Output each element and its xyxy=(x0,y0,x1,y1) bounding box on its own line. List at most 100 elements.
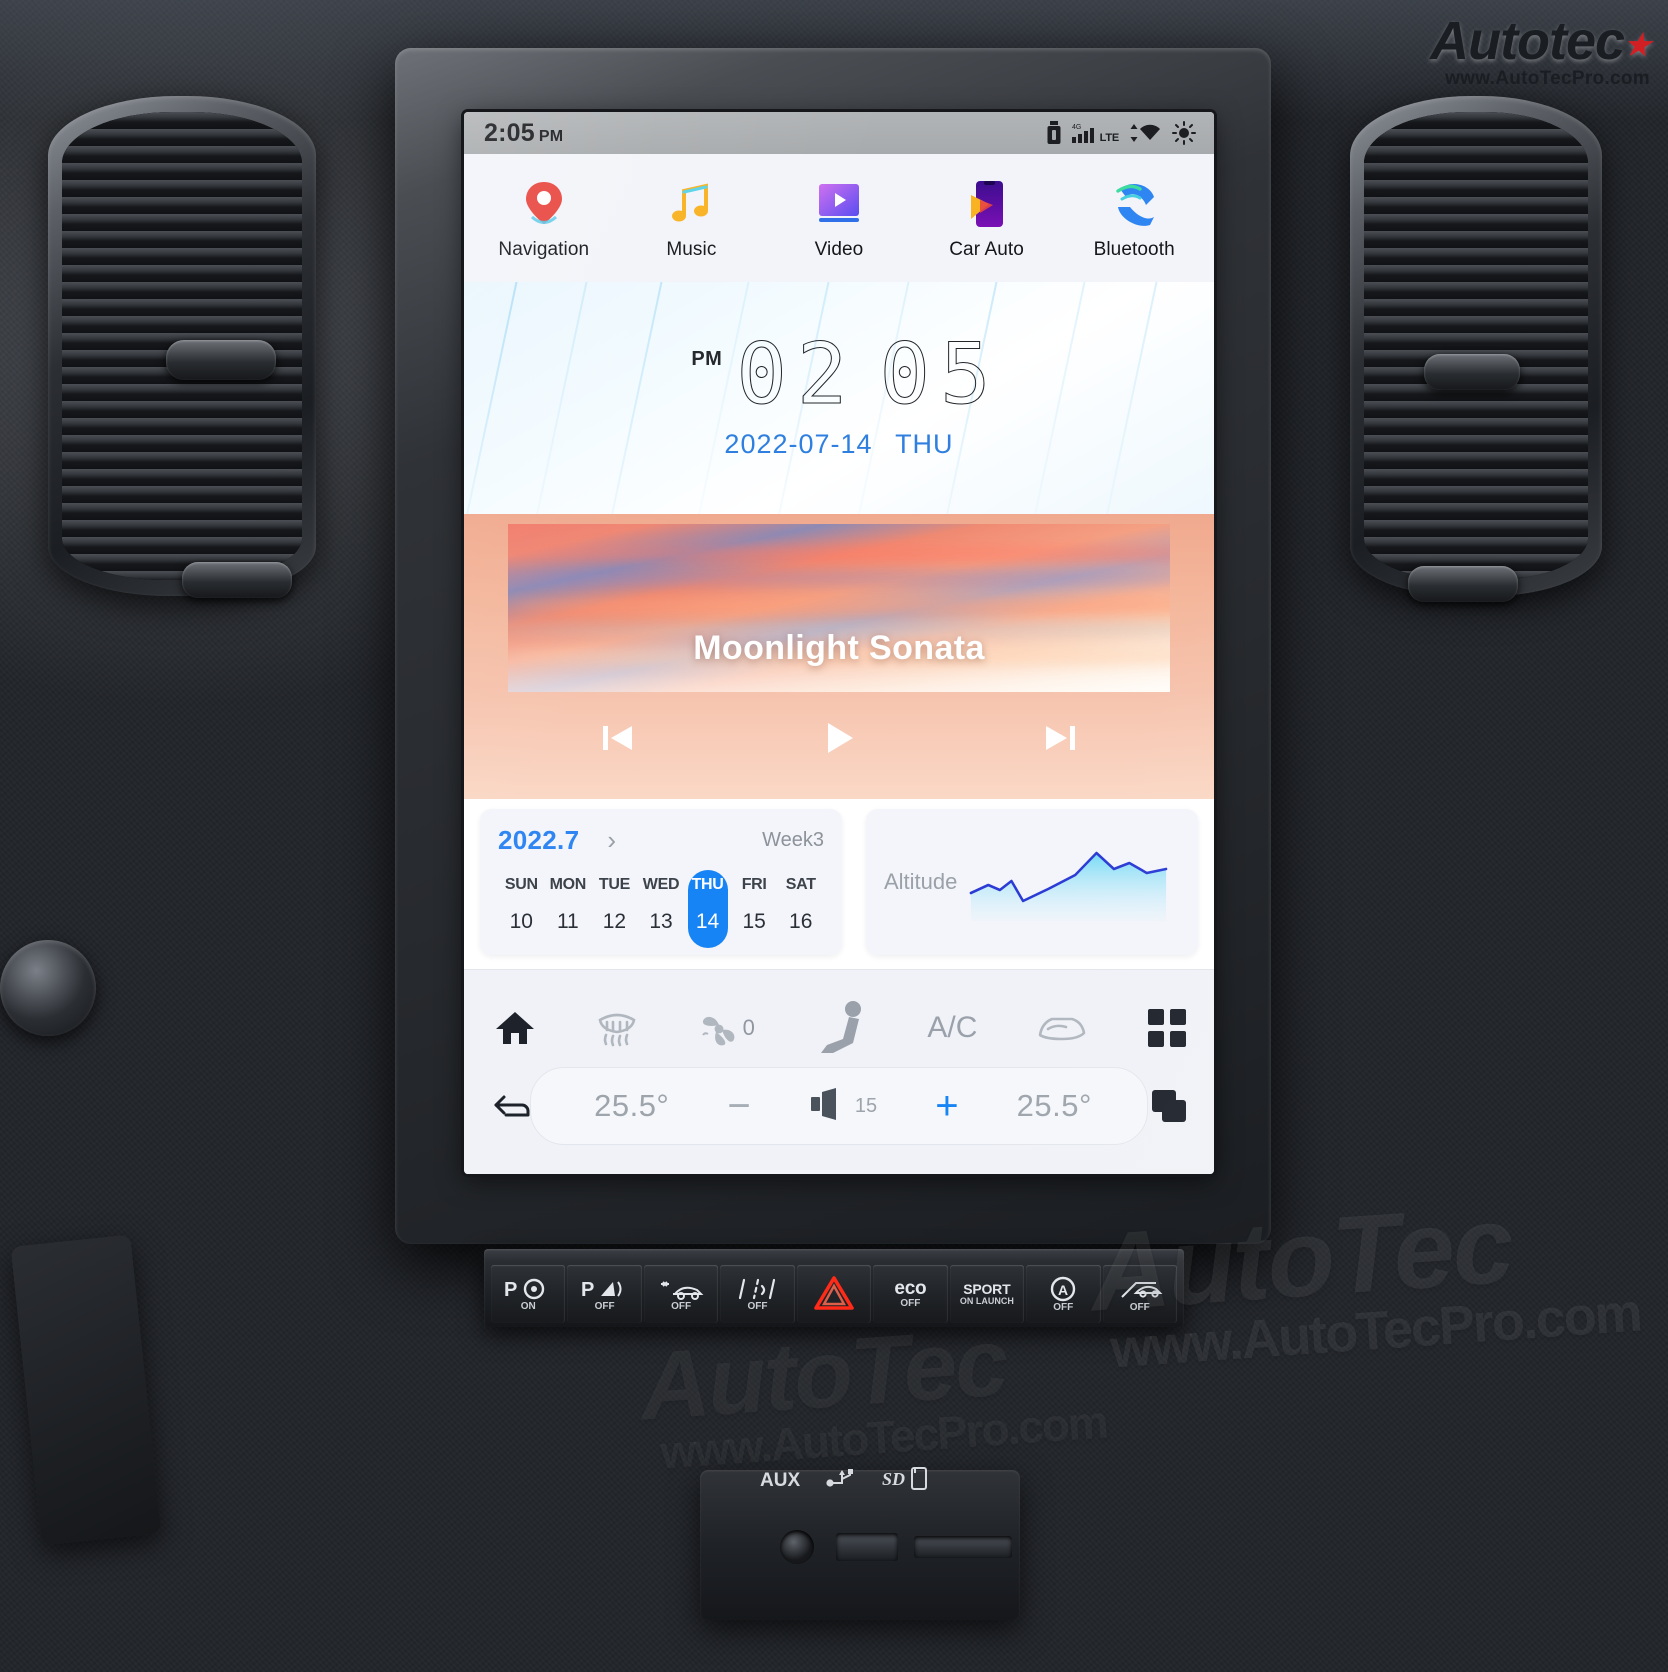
calendar-date[interactable]: 12 xyxy=(591,900,638,938)
status-ampm: PM xyxy=(538,127,564,145)
previous-track-button[interactable] xyxy=(583,710,653,766)
park-assist-button[interactable]: P ON xyxy=(491,1265,566,1323)
day-of-week: THU xyxy=(691,876,724,893)
apps-grid-icon[interactable] xyxy=(1146,1007,1188,1049)
altitude-card[interactable]: Altitude xyxy=(866,809,1198,955)
hill-assist-button[interactable]: OFF xyxy=(1102,1265,1177,1323)
svg-text:P: P xyxy=(581,1279,594,1301)
calendar-week-label: Week3 xyxy=(762,829,824,851)
hazard-lights-button[interactable] xyxy=(796,1265,872,1323)
button-sublabel: OFF xyxy=(900,1297,921,1309)
app-label: Video xyxy=(814,239,864,260)
app-car-auto[interactable]: Car Auto xyxy=(923,179,1051,261)
calendar-col: SAT 16 xyxy=(777,870,824,938)
altitude-chart xyxy=(967,843,1180,921)
day-of-week: WED xyxy=(642,876,680,893)
chevron-right-icon[interactable]: › xyxy=(607,825,616,856)
fan-icon[interactable]: 0 xyxy=(699,1009,755,1047)
app-navigation[interactable]: Navigation xyxy=(480,179,608,261)
right-vent-knob[interactable] xyxy=(1424,354,1520,390)
brightness-icon[interactable] xyxy=(1172,121,1196,145)
app-label: Car Auto xyxy=(949,239,1024,260)
back-button[interactable] xyxy=(492,1089,536,1123)
calendar-date[interactable]: 14 xyxy=(684,900,731,938)
left-vent-knob[interactable] xyxy=(166,340,276,380)
next-track-button[interactable] xyxy=(1025,710,1095,766)
aux-label: AUX xyxy=(760,1470,801,1491)
volume-up-button[interactable]: + xyxy=(935,1086,958,1126)
calendar-date[interactable]: 16 xyxy=(777,900,824,938)
port-labels: AUX SD xyxy=(760,1465,1020,1497)
calendar-col: FRI 15 xyxy=(731,870,778,938)
ac-label: A/C xyxy=(927,1011,978,1044)
auto-start-stop-button[interactable]: A OFF xyxy=(1026,1265,1101,1323)
calendar-grid: SUN 10 MON 11 TUE 12 WED 13 THU 14 FRI 15 SAT 1… xyxy=(498,870,824,948)
calendar-date[interactable]: 15 xyxy=(731,900,778,938)
lte-label: LTE xyxy=(1099,132,1120,144)
temp-left-value: 25.5° xyxy=(594,1088,670,1123)
app-bluetooth[interactable]: Bluetooth xyxy=(1070,179,1198,261)
seat-heat-icon[interactable] xyxy=(813,1001,869,1055)
calendar-date[interactable]: 10 xyxy=(498,900,545,938)
temp-right-value: 25.5° xyxy=(1016,1088,1092,1123)
calendar-col: SUN 10 xyxy=(498,870,545,938)
calendar-header: 2022.7 › Week3 xyxy=(498,825,824,856)
brand-name: Autotec★ xyxy=(1430,11,1651,71)
button-sublabel: OFF xyxy=(671,1300,692,1312)
altitude-label: Altitude xyxy=(884,869,958,894)
sd-card-slot[interactable] xyxy=(914,1536,1012,1558)
calendar-date[interactable]: 11 xyxy=(545,900,592,938)
calendar-card[interactable]: 2022.7 › Week3 SUN 10 MON 11 TUE 12 WED 13 T… xyxy=(480,809,842,955)
volume-indicator[interactable]: 15 xyxy=(809,1087,878,1125)
calendar-date[interactable]: 13 xyxy=(638,900,685,938)
day-of-week: TUE xyxy=(598,876,630,893)
usb-port[interactable] xyxy=(836,1533,898,1561)
bottom-control-bar: 25.5° − 15 + 25.5° xyxy=(464,1065,1214,1147)
phone-call-icon xyxy=(1109,179,1159,229)
app-music[interactable]: Music xyxy=(627,179,755,261)
day-of-week: SAT xyxy=(785,876,816,893)
lane-assist-button[interactable]: OFF xyxy=(720,1265,795,1323)
infotainment-screen[interactable]: 2:05 PM 4G LTE Navigation Music Video Ca… xyxy=(464,112,1214,1174)
button-sublabel: OFF xyxy=(747,1300,768,1312)
ac-icon[interactable]: A/C xyxy=(927,1011,977,1045)
status-time: 2:05 PM xyxy=(484,118,564,147)
clock-widget[interactable]: PM 02 05 2022-07-14 THU xyxy=(464,282,1214,514)
eco-mode-button[interactable]: eco OFF xyxy=(873,1265,948,1323)
button-sublabel: OFF xyxy=(1129,1301,1150,1313)
volume-value: 15 xyxy=(854,1094,878,1117)
music-widget[interactable]: Moonlight Sonata xyxy=(464,514,1214,799)
driver-temperature[interactable]: 25.5° xyxy=(594,1088,669,1124)
button-sublabel: ON LAUNCH xyxy=(959,1295,1014,1306)
parking-sensor-button[interactable]: P OFF xyxy=(567,1265,642,1323)
day-of-week: FRI xyxy=(741,876,767,893)
traction-control-button[interactable]: OFF xyxy=(643,1265,719,1323)
home-icon[interactable] xyxy=(494,1009,536,1047)
minus-label: − xyxy=(727,1084,751,1128)
status-bar: 2:05 PM 4G LTE xyxy=(464,112,1214,154)
clock-ampm: PM xyxy=(691,347,723,370)
app-label: Music xyxy=(666,239,717,260)
headlight-knob[interactable] xyxy=(0,940,96,1036)
wifi-icon xyxy=(1130,124,1161,142)
button-label: eco xyxy=(894,1277,927,1299)
aux-jack-icon[interactable] xyxy=(780,1530,814,1564)
front-defrost-icon[interactable] xyxy=(1036,1011,1088,1045)
clock-hours: 02 xyxy=(736,324,858,423)
passenger-temperature[interactable]: 25.5° xyxy=(1017,1088,1092,1124)
app-video[interactable]: Video xyxy=(775,179,903,261)
button-label: SPORT xyxy=(963,1280,1011,1297)
right-vent-slider[interactable] xyxy=(1408,566,1518,602)
recent-apps-button[interactable] xyxy=(1150,1088,1190,1124)
sport-mode-button[interactable]: SPORT ON LAUNCH xyxy=(949,1265,1025,1323)
rear-defrost-icon[interactable] xyxy=(594,1008,640,1048)
calendar-col: WED 13 xyxy=(638,870,685,938)
widget-cards-row: 2022.7 › Week3 SUN 10 MON 11 TUE 12 WED 13 T… xyxy=(464,799,1214,969)
volume-down-button[interactable]: − xyxy=(727,1084,751,1128)
video-play-icon xyxy=(814,179,864,229)
play-button[interactable] xyxy=(804,710,874,766)
climate-icons: 0 A/C xyxy=(464,997,1214,1065)
calendar-col-selected[interactable]: THU 14 xyxy=(684,870,731,948)
clock-date: 2022-07-14 xyxy=(724,429,873,460)
left-vent-slider[interactable] xyxy=(182,562,292,598)
